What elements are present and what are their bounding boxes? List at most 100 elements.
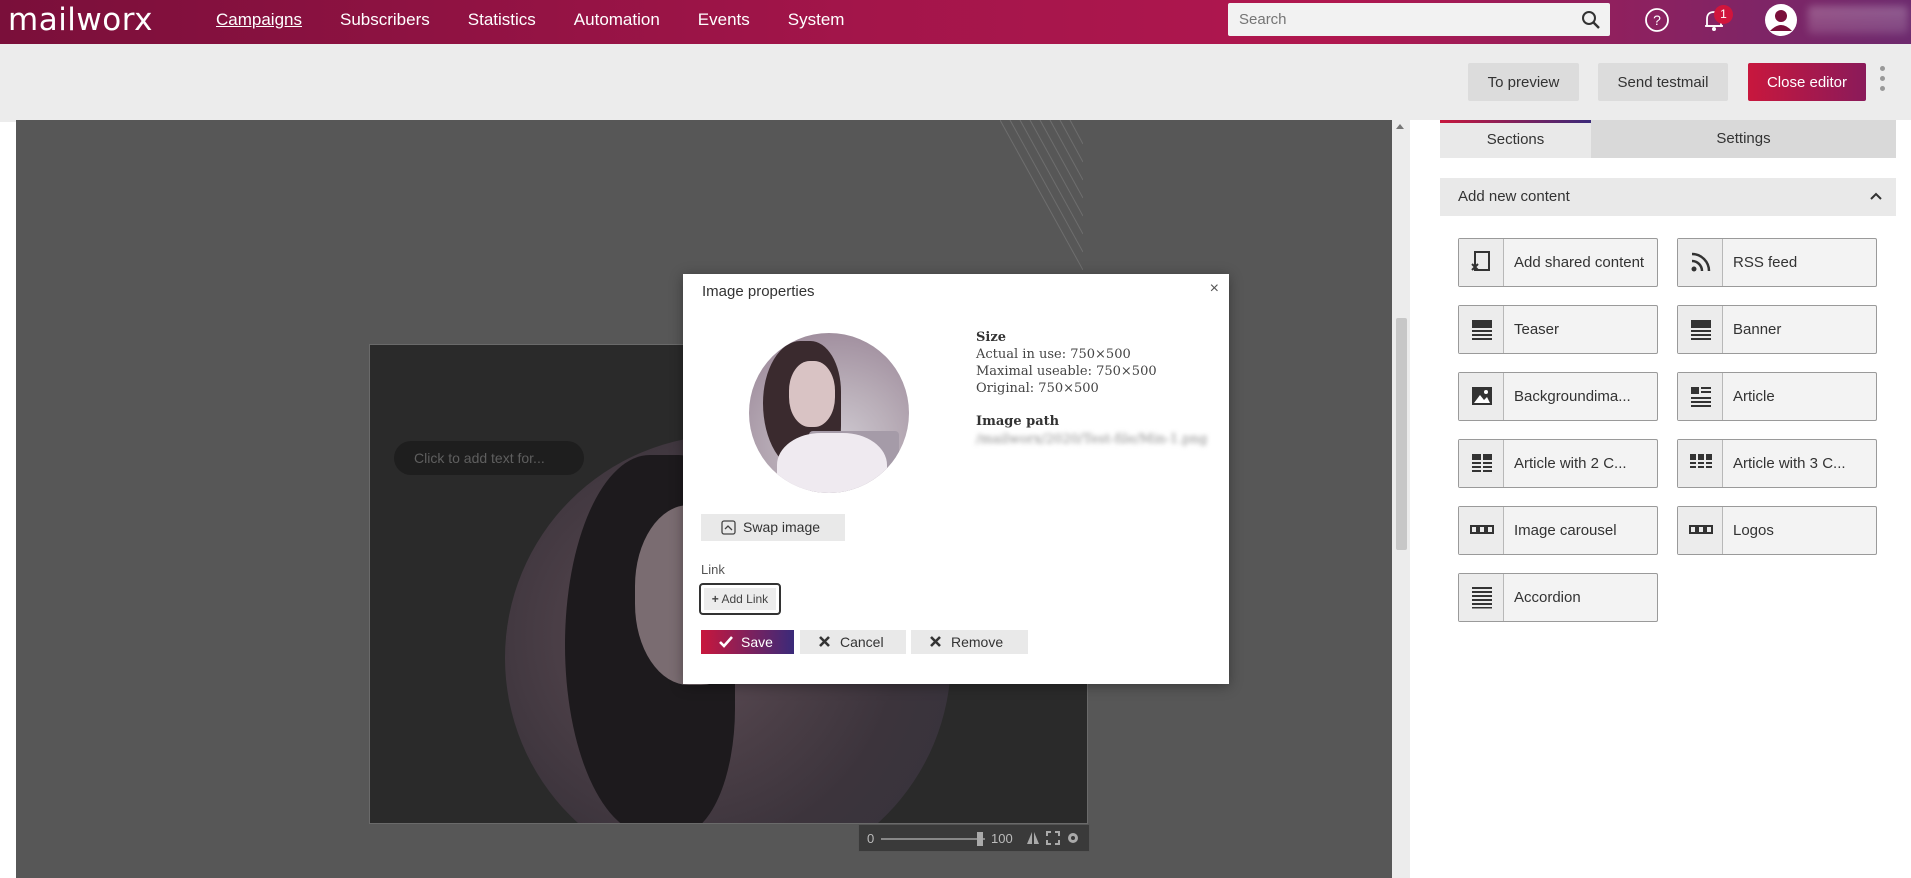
article-3-columns-label: Article with 3 C...	[1733, 455, 1846, 472]
link-label: Link	[701, 562, 725, 577]
top-navigation-bar: mailworx Campaigns Subscribers Statistic…	[0, 0, 1911, 44]
tab-sections[interactable]: Sections	[1440, 120, 1591, 158]
content-sidebar	[1410, 120, 1911, 878]
text-placeholder[interactable]: Click to add text for...	[394, 441, 584, 475]
search-input[interactable]	[1228, 3, 1610, 36]
notification-badge: 1	[1714, 5, 1733, 24]
swap-image-icon	[721, 520, 736, 535]
plus-icon: +	[711, 592, 719, 606]
add-link-focus-ring: + Add Link	[699, 583, 781, 615]
zoom-min-label: 0	[867, 831, 875, 846]
teaser-label: Teaser	[1514, 321, 1560, 338]
add-link-button[interactable]: + Add Link	[704, 588, 776, 610]
add-new-content-header[interactable]: Add new content	[1440, 178, 1896, 216]
accordion-button[interactable]: Accordion	[1458, 573, 1658, 622]
background-image-label: Backgroundima...	[1514, 388, 1631, 405]
article-2-columns-label: Article with 2 C...	[1514, 455, 1627, 472]
image-preview	[749, 333, 909, 493]
background-image-button[interactable]: Backgroundima...	[1458, 372, 1658, 421]
nav-automation[interactable]: Automation	[574, 10, 660, 30]
rss-feed-label: RSS feed	[1733, 254, 1798, 271]
fullscreen-icon[interactable]	[1045, 830, 1061, 846]
check-icon	[719, 636, 733, 648]
image-zoom-toolbar: 0 100	[858, 824, 1090, 852]
settings-gear-icon[interactable]	[1065, 830, 1081, 846]
image-carousel-icon	[1470, 525, 1494, 534]
send-testmail-button[interactable]: Send testmail	[1598, 63, 1728, 101]
tab-settings[interactable]: Settings	[1591, 120, 1896, 158]
help-icon[interactable]: ?	[1643, 6, 1671, 34]
to-preview-button[interactable]: To preview	[1468, 63, 1579, 101]
more-options-icon[interactable]	[1879, 66, 1885, 96]
cross-icon	[819, 636, 830, 647]
article-label: Article	[1733, 388, 1775, 405]
chevron-up-icon[interactable]	[1870, 192, 1882, 200]
logos-icon	[1689, 525, 1713, 534]
nav-subscribers[interactable]: Subscribers	[340, 10, 430, 30]
close-icon[interactable]: ×	[1210, 280, 1219, 298]
cancel-button[interactable]: Cancel	[800, 630, 906, 654]
close-editor-button[interactable]: Close editor	[1748, 63, 1866, 101]
zoom-max-label: 100	[991, 831, 1013, 846]
save-label: Save	[741, 634, 773, 650]
main-nav: Campaigns Subscribers Statistics Automat…	[216, 0, 882, 40]
dialog-title: Image properties	[702, 283, 815, 300]
scroll-up-arrow-icon[interactable]	[1396, 124, 1404, 129]
teaser-icon	[1472, 320, 1492, 340]
logos-label: Logos	[1733, 522, 1774, 539]
banner-button[interactable]: Banner	[1677, 305, 1877, 354]
banner-label: Banner	[1733, 321, 1782, 338]
logos-button[interactable]: Logos	[1677, 506, 1877, 555]
banner-icon	[1691, 320, 1711, 340]
size-original: Original: 750×500	[976, 381, 1099, 396]
size-actual: Actual in use: 750×500	[976, 347, 1131, 362]
search-icon[interactable]	[1581, 10, 1601, 30]
size-heading: Size	[976, 330, 1006, 345]
image-carousel-label: Image carousel	[1514, 522, 1617, 539]
search-box	[1228, 3, 1610, 36]
nav-campaigns[interactable]: Campaigns	[216, 10, 302, 30]
article-3-columns-icon	[1690, 454, 1712, 468]
zoom-slider-track[interactable]	[881, 838, 985, 840]
remove-cross-icon	[930, 636, 941, 647]
image-properties-dialog: Image properties × Size Actual in use: 7…	[683, 274, 1229, 684]
teaser-button[interactable]: Teaser	[1458, 305, 1658, 354]
image-carousel-button[interactable]: Image carousel	[1458, 506, 1658, 555]
preview-face-shape	[789, 361, 835, 427]
accordion-label: Accordion	[1514, 589, 1581, 606]
remove-button[interactable]: Remove	[911, 630, 1028, 654]
svg-text:?: ?	[1653, 12, 1661, 28]
preview-shirt-shape	[777, 433, 887, 493]
mailworx-logo[interactable]: mailworx	[8, 2, 153, 38]
remove-label: Remove	[951, 634, 1004, 650]
cancel-label: Cancel	[840, 634, 884, 650]
nav-statistics[interactable]: Statistics	[468, 10, 536, 30]
article-button[interactable]: Article	[1677, 372, 1877, 421]
swap-image-button[interactable]: Swap image	[701, 514, 845, 541]
add-shared-content-label: Add shared content	[1514, 254, 1645, 271]
nav-events[interactable]: Events	[698, 10, 750, 30]
avatar-icon[interactable]	[1764, 3, 1798, 37]
flip-icon[interactable]	[1025, 830, 1041, 846]
nav-system[interactable]: System	[788, 10, 845, 30]
size-maximal: Maximal useable: 750×500	[976, 364, 1157, 379]
canvas-scrollbar-thumb[interactable]	[1396, 318, 1407, 550]
rss-feed-button[interactable]: RSS feed	[1677, 238, 1877, 287]
image-size-info: Size Actual in use: 750×500 Maximal usea…	[976, 329, 1207, 448]
zoom-slider-handle[interactable]	[977, 832, 983, 846]
article-2-columns-icon	[1472, 454, 1492, 472]
swap-image-label: Swap image	[743, 519, 821, 535]
article-icon	[1691, 387, 1711, 407]
shared-content-icon	[1471, 251, 1490, 271]
image-path-heading: Image path	[976, 414, 1060, 429]
add-shared-content-button[interactable]: Add shared content	[1458, 238, 1658, 287]
decorative-lines	[1000, 120, 1083, 270]
save-button[interactable]: Save	[701, 630, 794, 654]
add-link-label: Add Link	[721, 592, 769, 606]
article-2-columns-button[interactable]: Article with 2 C...	[1458, 439, 1658, 488]
accordion-icon	[1472, 587, 1492, 609]
user-name-blurred[interactable]	[1808, 6, 1908, 34]
image-path-value: /mailworx/2020/Test-file/Min-1.png	[976, 432, 1208, 447]
article-3-columns-button[interactable]: Article with 3 C...	[1677, 439, 1877, 488]
add-new-content-title: Add new content	[1458, 188, 1570, 205]
